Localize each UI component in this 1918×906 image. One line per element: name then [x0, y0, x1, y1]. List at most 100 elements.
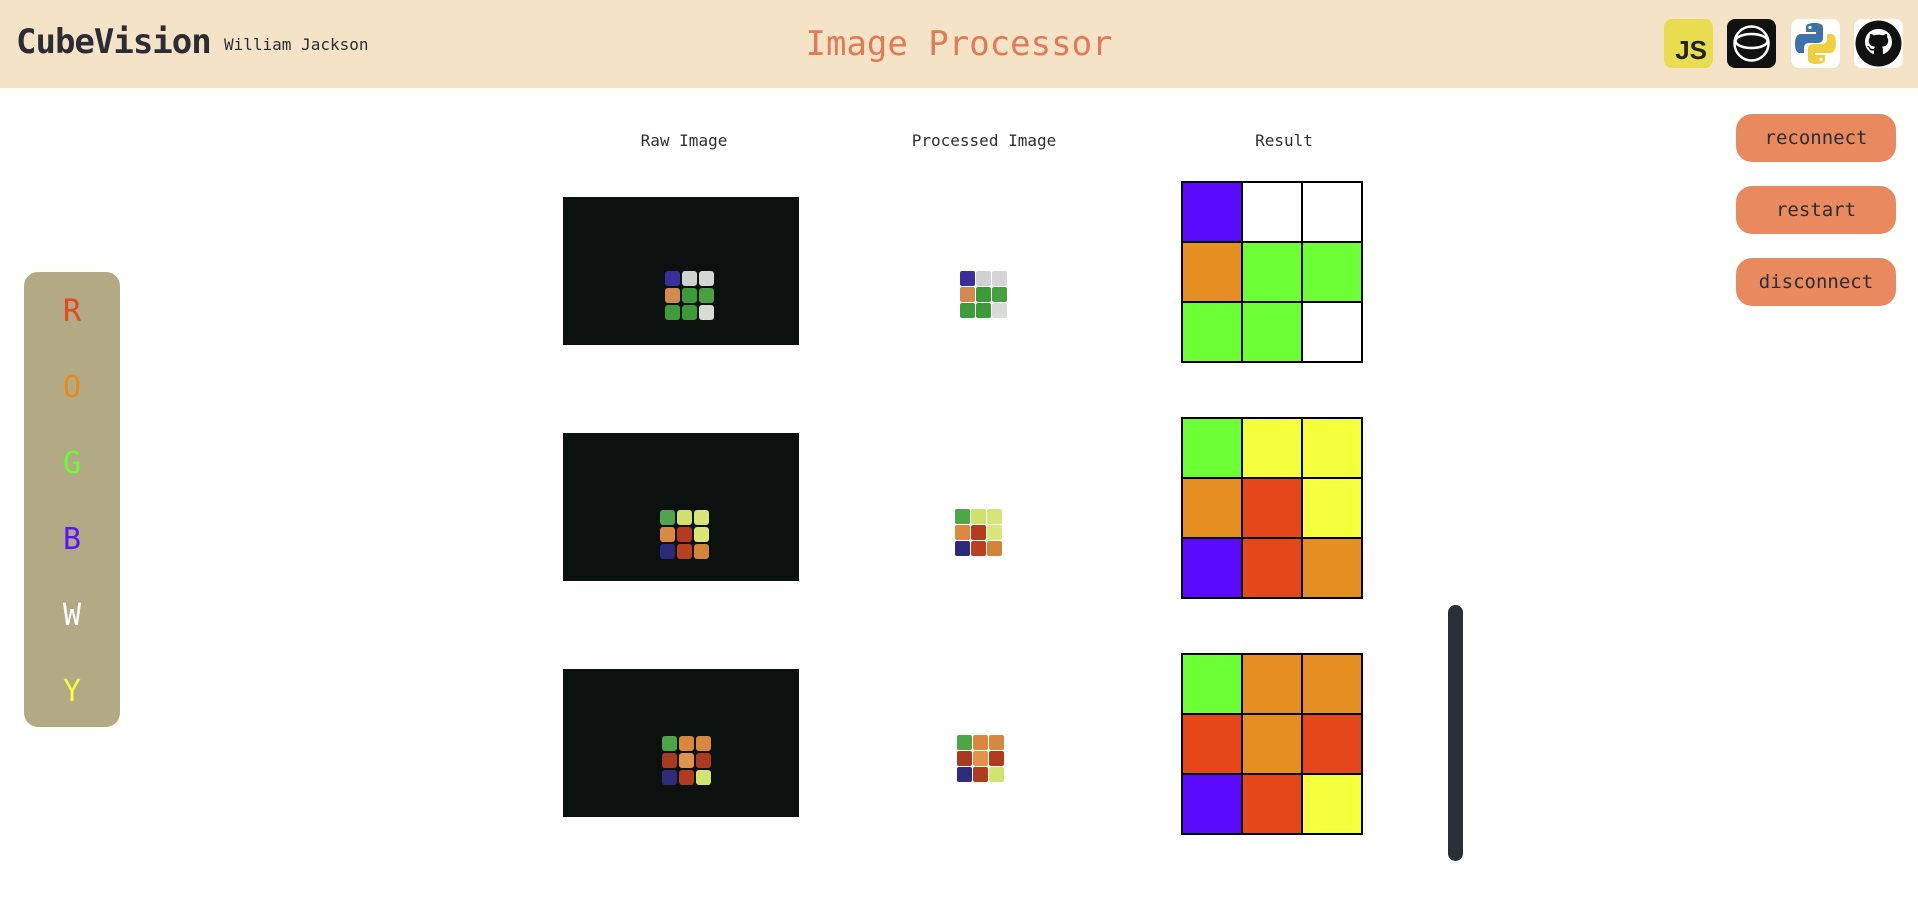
processed-image	[960, 271, 1007, 318]
raw-cell	[699, 305, 714, 320]
reconnect-button[interactable]: reconnect	[1736, 114, 1896, 162]
result-grid	[1181, 181, 1363, 363]
raw-cell	[696, 736, 711, 751]
result-cell	[1301, 773, 1363, 835]
raw-cell	[694, 544, 709, 559]
processed-cell	[987, 525, 1002, 540]
raw-cell	[662, 736, 677, 751]
raw-cell	[679, 736, 694, 751]
processed-cell	[955, 541, 970, 556]
processed-cell	[973, 751, 988, 766]
processed-cell	[955, 509, 970, 524]
raw-cell	[696, 770, 711, 785]
processed-cell	[976, 271, 991, 286]
result-cell	[1301, 241, 1363, 303]
result-grid	[1181, 653, 1363, 835]
processed-cell	[973, 767, 988, 782]
result-cell	[1301, 181, 1363, 243]
python-icon[interactable]	[1791, 19, 1840, 68]
processed-image-heading: Processed Image	[911, 131, 1057, 150]
processed-image	[955, 509, 1002, 556]
raw-image	[563, 669, 799, 817]
raw-cell	[662, 753, 677, 768]
processed-cell	[960, 287, 975, 302]
processed-cell	[973, 735, 988, 750]
palette-letter-yellow[interactable]: Y	[24, 674, 120, 709]
processed-cell	[957, 751, 972, 766]
processed-cell	[960, 303, 975, 318]
raw-cell	[699, 271, 714, 286]
raw-cell	[694, 527, 709, 542]
result-cell	[1181, 241, 1243, 303]
raw-cell	[660, 527, 675, 542]
result-cell	[1181, 301, 1243, 363]
javascript-icon[interactable]: JS	[1664, 19, 1713, 68]
result-cell	[1181, 773, 1243, 835]
result-cell	[1301, 477, 1363, 539]
result-cell	[1241, 417, 1303, 479]
palette-letter-green[interactable]: G	[24, 446, 120, 481]
result-cell	[1301, 301, 1363, 363]
processed-cell	[971, 525, 986, 540]
processed-cell	[992, 271, 1007, 286]
processed-cell	[976, 287, 991, 302]
result-cell	[1241, 537, 1303, 599]
raw-cell	[660, 510, 675, 525]
raw-cell	[696, 753, 711, 768]
result-cell	[1181, 537, 1243, 599]
raw-cell	[682, 271, 697, 286]
processed-image	[957, 735, 1004, 782]
raw-cell	[660, 544, 675, 559]
raw-cell	[665, 305, 680, 320]
webgl-ring-icon[interactable]	[1727, 19, 1776, 68]
github-icon[interactable]	[1854, 19, 1903, 68]
page-title: Image Processor	[805, 24, 1113, 64]
raw-cell	[677, 527, 692, 542]
raw-cube-face	[660, 510, 709, 559]
processed-cell	[957, 735, 972, 750]
raw-cell	[682, 305, 697, 320]
processed-cell	[957, 767, 972, 782]
result-cell	[1241, 301, 1303, 363]
result-cell	[1241, 181, 1303, 243]
raw-cell	[699, 288, 714, 303]
raw-image-heading: Raw Image	[640, 131, 728, 150]
result-cell	[1301, 653, 1363, 715]
palette-letter-white[interactable]: W	[24, 598, 120, 633]
palette-letter-orange[interactable]: O	[24, 370, 120, 405]
raw-image	[563, 433, 799, 581]
restart-button[interactable]: restart	[1736, 186, 1896, 234]
result-cell	[1181, 653, 1243, 715]
raw-cell	[679, 753, 694, 768]
raw-cell	[677, 544, 692, 559]
result-cell	[1301, 713, 1363, 775]
processed-cell	[955, 525, 970, 540]
processed-cell	[987, 509, 1002, 524]
result-cell	[1241, 773, 1303, 835]
result-cell	[1301, 417, 1363, 479]
raw-cell	[694, 510, 709, 525]
result-cell	[1181, 477, 1243, 539]
raw-cell	[665, 288, 680, 303]
processed-cell	[960, 271, 975, 286]
raw-image	[563, 197, 799, 345]
disconnect-button[interactable]: disconnect	[1736, 258, 1896, 306]
result-cell	[1241, 477, 1303, 539]
raw-cell	[677, 510, 692, 525]
processed-cell	[971, 509, 986, 524]
result-cell	[1241, 713, 1303, 775]
palette-letter-blue[interactable]: B	[24, 522, 120, 557]
processed-cell	[992, 287, 1007, 302]
processed-cell	[989, 735, 1004, 750]
result-cell	[1181, 417, 1243, 479]
scrollbar[interactable]	[1448, 605, 1463, 861]
processed-cell	[992, 303, 1007, 318]
processed-cell	[989, 767, 1004, 782]
processed-cell	[989, 751, 1004, 766]
app-header: CubeVision William Jackson Image Process…	[0, 0, 1918, 88]
palette-letter-red[interactable]: R	[24, 294, 120, 329]
raw-cube-face	[665, 271, 714, 320]
result-grid	[1181, 417, 1363, 599]
result-cell	[1181, 181, 1243, 243]
raw-cell	[665, 271, 680, 286]
